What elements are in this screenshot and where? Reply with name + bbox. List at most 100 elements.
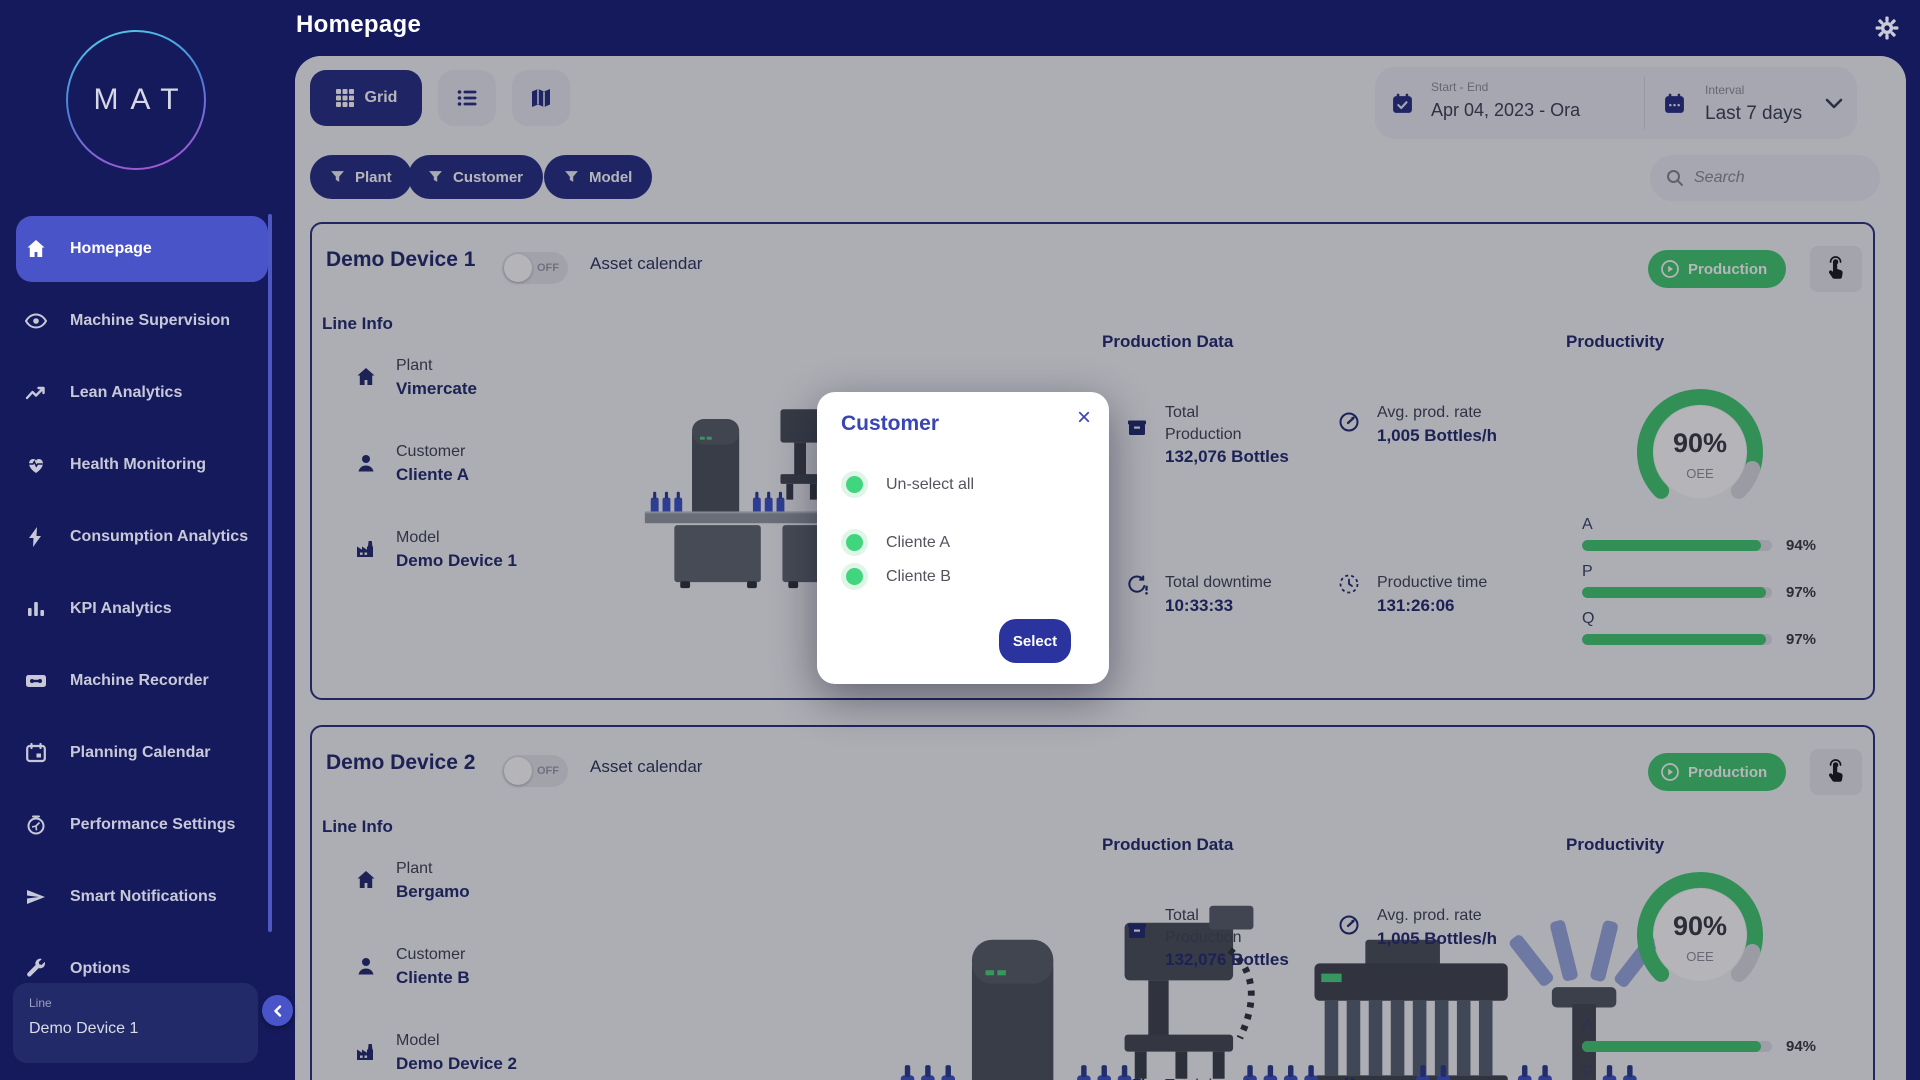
bar-row-p: P — [1582, 1064, 1822, 1080]
sidebar-item-label: Performance Settings — [70, 815, 235, 835]
sidebar-collapse-button[interactable] — [262, 995, 293, 1026]
sidebar-item-machine-supervision[interactable]: Machine Supervision — [16, 288, 268, 354]
bar-value: 97% — [1786, 631, 1816, 648]
bar-track — [1582, 634, 1772, 645]
sidebar-item-label: Planning Calendar — [70, 743, 210, 763]
asset-calendar-toggle[interactable]: OFF — [502, 755, 568, 787]
view-grid-label: Grid — [365, 89, 398, 107]
sidebar-item-label: Options — [70, 959, 130, 979]
downtime-clock-icon — [1125, 572, 1149, 616]
sidebar-scrollbar[interactable] — [268, 214, 272, 932]
total-downtime-stat: Total downtime 10:33:33 — [1125, 572, 1272, 616]
device-select-hand-button[interactable] — [1810, 246, 1862, 292]
sidebar-item-homepage[interactable]: Homepage — [16, 216, 268, 282]
bar-row-a: A 94% — [1582, 1017, 1822, 1055]
option-cliente-a[interactable]: Cliente A — [841, 529, 950, 556]
productive-time-label: Productive time — [1377, 1075, 1487, 1080]
avg-rate-label: Avg. prod. rate — [1377, 905, 1497, 927]
option-unselect-all[interactable]: Un-select all — [841, 471, 974, 498]
search-icon — [1666, 169, 1684, 187]
productive-time-label: Productive time — [1377, 572, 1487, 594]
option-cliente-b[interactable]: Cliente B — [841, 563, 951, 590]
factory-icon — [354, 537, 378, 571]
search-input[interactable] — [1694, 169, 1864, 187]
sidebar-item-label: Homepage — [70, 239, 152, 259]
sidebar-item-consumption-analytics[interactable]: Consumption Analytics — [16, 504, 268, 570]
view-grid-button[interactable]: Grid — [310, 70, 422, 126]
touch-hand-icon — [1823, 256, 1849, 282]
productive-time-stat: Productive time — [1337, 1075, 1487, 1080]
chevron-down-icon[interactable] — [1825, 97, 1843, 115]
sidebar-item-lean-analytics[interactable]: Lean Analytics — [16, 360, 268, 426]
productive-time-stat: Productive time 131:26:06 — [1337, 572, 1487, 616]
home-icon — [24, 237, 48, 261]
tooltip-value: Demo Device 1 — [29, 1020, 242, 1038]
plant-info-row: Plant Vimercate — [354, 357, 477, 399]
calendar-check-icon — [1391, 92, 1414, 120]
heart-pulse-icon — [24, 453, 48, 477]
play-circle-icon — [1660, 762, 1680, 782]
customer-value: Cliente B — [396, 968, 470, 988]
bar-track — [1582, 1041, 1772, 1052]
option-label: Cliente B — [886, 568, 951, 586]
box-icon — [1125, 919, 1149, 970]
total-production-stat: Total Production 132,076 Bottles — [1125, 402, 1289, 467]
customer-label: Customer — [396, 443, 469, 461]
select-button[interactable]: Select — [999, 619, 1071, 663]
filter-customer-label: Customer — [453, 169, 523, 186]
person-icon — [354, 954, 378, 988]
stopwatch-icon — [24, 813, 48, 837]
bar-label: P — [1582, 1064, 1822, 1080]
sidebar-item-smart-notifications[interactable]: Smart Notifications — [16, 864, 268, 930]
oee-gauge: 90% OEE — [1630, 865, 1770, 1005]
filter-plant-button[interactable]: Plant — [310, 155, 412, 199]
device-select-hand-button[interactable] — [1810, 749, 1862, 795]
avg-rate-stat: Avg. prod. rate 1,005 Bottles/h — [1337, 905, 1497, 949]
production-status-badge[interactable]: Production — [1648, 753, 1786, 791]
production-status-badge[interactable]: Production — [1648, 250, 1786, 288]
model-value: Demo Device 2 — [396, 1054, 517, 1074]
sidebar-item-machine-recorder[interactable]: Machine Recorder — [16, 648, 268, 714]
production-data-title: Production Data — [1102, 332, 1233, 352]
settings-gear-icon[interactable] — [1874, 16, 1900, 42]
view-list-button[interactable] — [438, 70, 496, 126]
close-icon[interactable]: × — [1077, 406, 1091, 430]
sidebar: MAT Homepage Machine Supervision Lean An… — [0, 0, 295, 1080]
sidebar-item-label: Health Monitoring — [70, 455, 206, 475]
device-card-demo-device-2: Demo Device 2 OFF Asset calendar Product… — [310, 725, 1875, 1080]
filter-model-button[interactable]: Model — [544, 155, 652, 199]
play-circle-icon — [1660, 259, 1680, 279]
radio-selected-icon — [841, 563, 868, 590]
device-title: Demo Device 1 — [326, 248, 475, 272]
sidebar-item-planning-calendar[interactable]: Planning Calendar — [16, 720, 268, 786]
funnel-icon — [428, 170, 443, 184]
customer-value: Cliente A — [396, 465, 469, 485]
sidebar-item-label: Smart Notifications — [70, 887, 217, 907]
sidebar-nav: Homepage Machine Supervision Lean Analyt… — [0, 216, 295, 1008]
radio-selected-icon — [841, 471, 868, 498]
send-icon — [24, 885, 48, 909]
dashed-clock-icon — [1337, 1075, 1361, 1080]
sidebar-item-performance-settings[interactable]: Performance Settings — [16, 792, 268, 858]
total-production-value: 132,076 Bottles — [1165, 950, 1289, 970]
toggle-knob — [504, 757, 532, 785]
sidebar-item-label: Machine Supervision — [70, 311, 230, 331]
sidebar-item-health-monitoring[interactable]: Health Monitoring — [16, 432, 268, 498]
dashed-clock-icon — [1337, 572, 1361, 616]
page-title: Homepage — [296, 11, 421, 39]
customer-filter-modal: Customer × Un-select all Cliente A Clien… — [817, 392, 1109, 684]
calendar-icon — [1663, 92, 1686, 120]
view-map-button[interactable] — [512, 70, 570, 126]
asset-calendar-toggle[interactable]: OFF — [502, 252, 568, 284]
asset-calendar-label: Asset calendar — [590, 757, 702, 777]
downtime-clock-icon — [1125, 1075, 1149, 1080]
plant-value: Bergamo — [396, 882, 470, 902]
avg-rate-value: 1,005 Bottles/h — [1377, 929, 1497, 949]
sidebar-item-kpi-analytics[interactable]: KPI Analytics — [16, 576, 268, 642]
plant-home-icon — [354, 365, 378, 399]
filter-customer-button[interactable]: Customer — [408, 155, 543, 199]
bar-fill — [1582, 540, 1761, 551]
total-downtime-value: 10:33:33 — [1165, 596, 1272, 616]
map-icon — [529, 86, 553, 110]
date-range-control[interactable]: Start - End Apr 04, 2023 - Ora Interval … — [1375, 67, 1857, 139]
